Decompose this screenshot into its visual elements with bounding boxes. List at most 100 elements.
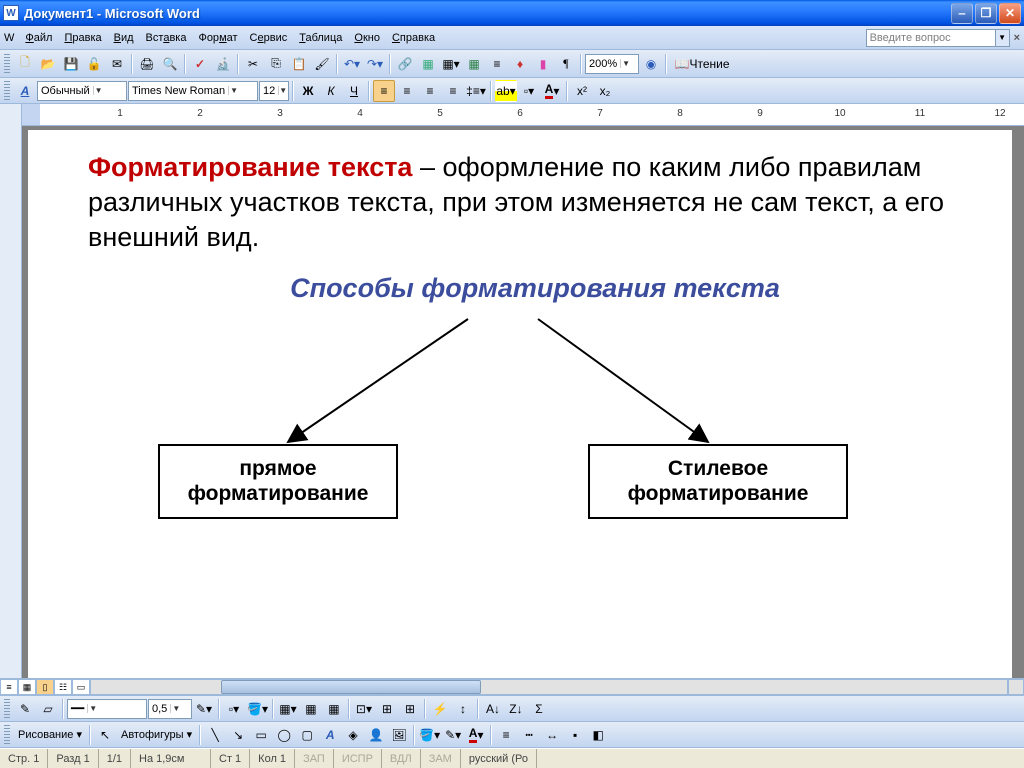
subheading[interactable]: Способы форматирования текста [118, 273, 952, 304]
line-style-icon[interactable]: ≡ [495, 724, 517, 746]
copy-icon[interactable]: ⎘ [265, 53, 287, 75]
font-color-button[interactable]: A▾ [541, 80, 563, 102]
help-dropdown-icon[interactable]: ▼ [996, 29, 1010, 47]
bold-button[interactable]: Ж [297, 80, 319, 102]
help-search-input[interactable] [866, 29, 996, 47]
justify-button[interactable]: ≡ [442, 80, 464, 102]
autoformat-icon[interactable]: ⚡ [429, 698, 451, 720]
toolbar-grip[interactable] [4, 725, 10, 745]
align-right-button[interactable]: ≡ [419, 80, 441, 102]
arrow-style-icon[interactable]: ↔ [541, 724, 563, 746]
print-icon[interactable]: 🖨 [136, 53, 158, 75]
word-help-icon[interactable]: ◉ [640, 53, 662, 75]
spellcheck-icon[interactable]: ✓ [189, 53, 211, 75]
close-button[interactable]: ✕ [999, 3, 1021, 24]
menu-insert[interactable]: Вставка [140, 30, 193, 46]
3d-icon[interactable]: ◧ [587, 724, 609, 746]
draw-table-icon[interactable]: ✎ [14, 698, 36, 720]
autofigures-menu[interactable]: Автофигуры ▾ [117, 727, 196, 742]
oval-icon[interactable]: ◯ [273, 724, 295, 746]
insert-table-icon[interactable]: ▦▾ [440, 53, 462, 75]
drawing-menu[interactable]: Рисование ▾ [14, 728, 86, 741]
line-spacing-button[interactable]: ‡≡▾ [465, 80, 487, 102]
toolbar-grip[interactable] [4, 54, 10, 74]
line-icon[interactable]: ╲ [204, 724, 226, 746]
diagram-icon[interactable]: ◈ [342, 724, 364, 746]
menu-file[interactable]: Файл [19, 30, 58, 46]
fill-color-icon2[interactable]: 🪣▾ [418, 724, 441, 746]
email-icon[interactable]: ✉ [106, 53, 128, 75]
font-size-combo[interactable]: 12▼ [259, 81, 289, 101]
docmap-icon[interactable]: ▮ [532, 53, 554, 75]
toolbar-grip[interactable] [4, 81, 10, 101]
print-view-icon[interactable]: ▯ [36, 679, 54, 695]
print-preview-icon[interactable]: 🔍 [159, 53, 181, 75]
picture-icon[interactable]: 🖼 [388, 724, 410, 746]
format-painter-icon[interactable]: 🖌 [311, 53, 333, 75]
font-color-icon2[interactable]: A▾ [465, 724, 487, 746]
sort-desc-icon[interactable]: Z↓ [505, 698, 527, 720]
menu-format[interactable]: Формат [192, 30, 243, 46]
clipart-icon[interactable]: 👤 [365, 724, 387, 746]
line-color-icon[interactable]: ✎▾ [442, 724, 464, 746]
fill-color-icon[interactable]: 🪣▾ [246, 698, 269, 720]
status-rec[interactable]: ЗАП [295, 749, 334, 768]
reading-view-icon[interactable]: ▭ [72, 679, 90, 695]
menu-window[interactable]: Окно [348, 30, 386, 46]
subscript-button[interactable]: x₂ [594, 80, 616, 102]
columns-icon[interactable]: ≡ [486, 53, 508, 75]
split-cells-icon[interactable]: ▦ [323, 698, 345, 720]
wordart-icon[interactable]: A [319, 724, 341, 746]
insert-table-icon2[interactable]: ▦▾ [277, 698, 299, 720]
highlight-button[interactable]: ab▾ [495, 80, 517, 102]
distribute-cols-icon[interactable]: ⊞ [399, 698, 421, 720]
minimize-button[interactable]: ‒ [951, 3, 973, 24]
align-center-button[interactable]: ≡ [396, 80, 418, 102]
menu-edit[interactable]: Правка [58, 30, 107, 46]
line-width-combo[interactable]: 0,5▼ [148, 699, 192, 719]
border-button[interactable]: ▫▾ [518, 80, 540, 102]
font-combo[interactable]: Times New Roman▼ [128, 81, 258, 101]
menu-help[interactable]: Справка [386, 30, 441, 46]
read-mode-button[interactable]: 📖 Чтение [670, 53, 734, 75]
menu-view[interactable]: Вид [108, 30, 140, 46]
save-icon[interactable]: 💾 [60, 53, 82, 75]
diagram-box-left[interactable]: прямое форматирование [158, 444, 398, 518]
status-trk[interactable]: ИСПР [334, 749, 382, 768]
menu-table[interactable]: Таблица [293, 30, 348, 46]
open-icon[interactable]: 📂 [37, 53, 59, 75]
zoom-combo[interactable]: 200%▼ [585, 54, 639, 74]
toolbar-grip[interactable] [4, 699, 10, 719]
superscript-button[interactable]: x² [571, 80, 593, 102]
horizontal-ruler[interactable]: ∟ 123456789101112 [0, 104, 1024, 126]
permissions-icon[interactable]: 🔓 [83, 53, 105, 75]
italic-button[interactable]: К [320, 80, 342, 102]
diagram-box-right[interactable]: Стилевое форматирование [588, 444, 848, 518]
distribute-rows-icon[interactable]: ⊞ [376, 698, 398, 720]
doc-icon[interactable]: W [4, 32, 14, 44]
redo-icon[interactable]: ↷▾ [364, 53, 386, 75]
text-direction-icon[interactable]: ↕ [452, 698, 474, 720]
select-objects-icon[interactable]: ↖ [94, 724, 116, 746]
outline-view-icon[interactable]: ☷ [54, 679, 72, 695]
underline-button[interactable]: Ч [343, 80, 365, 102]
horizontal-scrollbar[interactable] [90, 679, 1008, 695]
status-ovr[interactable]: ЗАМ [421, 749, 461, 768]
excel-icon[interactable]: ▦ [463, 53, 485, 75]
menu-tools[interactable]: Сервис [244, 30, 294, 46]
help-close-button[interactable]: × [1014, 32, 1020, 44]
align-cell-icon[interactable]: ⊡▾ [353, 698, 375, 720]
border-color-icon[interactable]: ✎▾ [193, 698, 215, 720]
undo-icon[interactable]: ↶▾ [341, 53, 363, 75]
style-combo[interactable]: Обычный▼ [37, 81, 127, 101]
merge-cells-icon[interactable]: ▦ [300, 698, 322, 720]
dash-style-icon[interactable]: ┅ [518, 724, 540, 746]
maximize-button[interactable]: ❐ [975, 3, 997, 24]
new-doc-icon[interactable]: 🗋 [14, 53, 36, 75]
eraser-icon[interactable]: ▱ [37, 698, 59, 720]
sort-asc-icon[interactable]: A↓ [482, 698, 504, 720]
scroll-thumb[interactable] [221, 680, 481, 694]
autosum-icon[interactable]: Σ [528, 698, 550, 720]
textbox-icon[interactable]: ▢ [296, 724, 318, 746]
paste-icon[interactable]: 📋 [288, 53, 310, 75]
